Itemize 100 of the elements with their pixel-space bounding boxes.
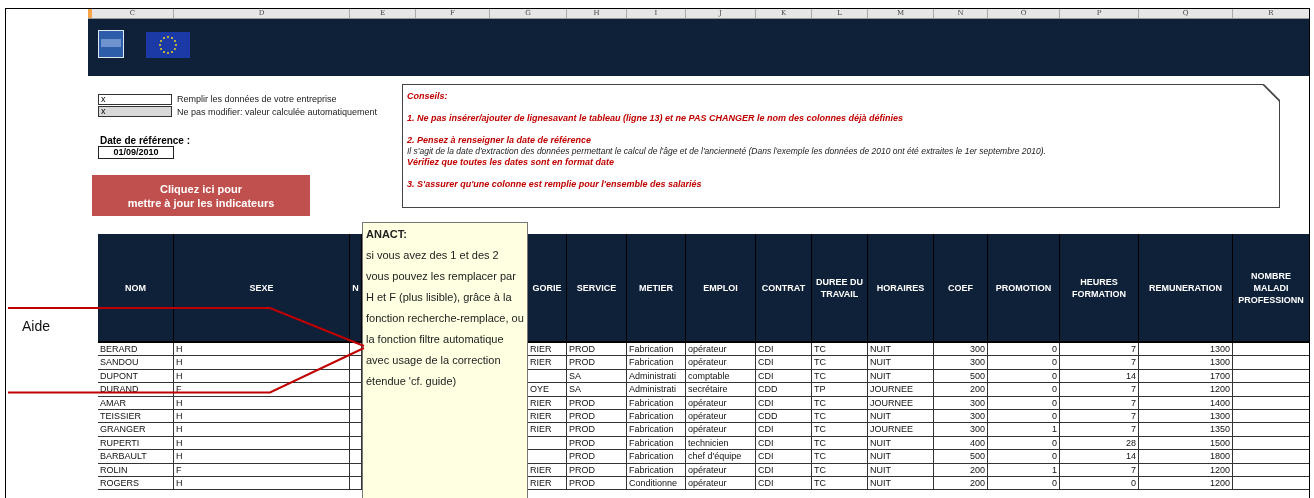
table-cell: NUIT xyxy=(868,369,934,384)
table-cell: TC xyxy=(812,369,868,384)
table-cell: 1200 xyxy=(1139,463,1233,477)
table-cell: TC xyxy=(812,423,868,437)
table-cell: JOURNEE xyxy=(868,383,934,397)
legend-swatch: x xyxy=(98,106,172,118)
table-cell: opérateur xyxy=(686,343,756,357)
table-cell: 1 xyxy=(988,463,1060,477)
table-cell: H xyxy=(174,436,350,451)
table-cell: Fabrication xyxy=(627,409,686,424)
table-cell: 0 xyxy=(988,450,1060,464)
table-cell: PROD xyxy=(567,476,627,491)
table-cell: NUIT xyxy=(868,436,934,451)
column-header[interactable]: CONTRAT xyxy=(756,234,812,343)
table-cell: Fabrication xyxy=(627,463,686,477)
table-cell: 0 xyxy=(988,396,1060,410)
table-cell: ROGERS xyxy=(98,476,174,491)
table-cell: 300 xyxy=(934,423,988,437)
table-cell: 1500 xyxy=(1139,436,1233,451)
table-cell: 1300 xyxy=(1139,356,1233,370)
table-cell: opérateur xyxy=(686,356,756,370)
column-header[interactable]: METIER xyxy=(627,234,686,343)
table-cell: 0 xyxy=(988,356,1060,370)
table-cell: H xyxy=(174,423,350,437)
table-cell: 200 xyxy=(934,476,988,491)
column-header[interactable]: COEF xyxy=(934,234,988,343)
table-cell: CDI xyxy=(756,369,812,384)
table-cell: chef d'équipe xyxy=(686,450,756,464)
table-cell: TEISSIER xyxy=(98,409,174,424)
table-cell: PROD xyxy=(567,396,627,410)
table-cell: BERARD xyxy=(98,343,174,357)
update-button[interactable]: Cliquez ici pour mettre à jour les indicateurs xyxy=(92,175,310,216)
column-header[interactable]: EMPLOI xyxy=(686,234,756,343)
table-cell: TC xyxy=(812,476,868,491)
table-cell: TC xyxy=(812,396,868,410)
table-cell: opérateur xyxy=(686,396,756,410)
table-cell: DURAND xyxy=(98,383,174,397)
column-header[interactable]: HORAIRES xyxy=(868,234,934,343)
table-cell: PROD xyxy=(567,463,627,477)
table-cell: 400 xyxy=(934,436,988,451)
table-cell: RUPERTI xyxy=(98,436,174,451)
table-cell: F xyxy=(174,383,350,397)
table-cell: PROD xyxy=(567,356,627,370)
table-cell: 0 xyxy=(988,383,1060,397)
column-header[interactable]: SERVICE xyxy=(567,234,627,343)
table-cell: 7 xyxy=(1060,409,1139,424)
column-header[interactable]: PROMOTION xyxy=(988,234,1060,343)
table-cell: Fabrication xyxy=(627,450,686,464)
table-cell: 200 xyxy=(934,383,988,397)
advice-text: 3. S'assurer qu'une colonne est remplie pour l'ensemble des salariés xyxy=(407,179,702,190)
flag-icon xyxy=(146,32,190,58)
table-cell: TC xyxy=(812,463,868,477)
table-cell: 7 xyxy=(1060,343,1139,357)
table-cell: PROD xyxy=(567,409,627,424)
table-cell: 300 xyxy=(934,396,988,410)
table-cell: F xyxy=(174,463,350,477)
table-cell: comptable xyxy=(686,369,756,384)
column-header[interactable]: NOM xyxy=(98,234,174,343)
table-cell: 0 xyxy=(988,409,1060,424)
table-cell: ROLIN xyxy=(98,463,174,477)
table-cell: TC xyxy=(812,343,868,357)
table-cell: opérateur xyxy=(686,476,756,491)
table-cell: H xyxy=(174,343,350,357)
table-cell: NUIT xyxy=(868,409,934,424)
table-cell: H xyxy=(174,396,350,410)
table-cell: PROD xyxy=(567,450,627,464)
table-cell: secrétaire xyxy=(686,383,756,397)
table-cell: opérateur xyxy=(686,463,756,477)
table-cell: 1700 xyxy=(1139,369,1233,384)
table-cell: opérateur xyxy=(686,409,756,424)
table-cell: 0 xyxy=(988,369,1060,384)
table-cell: PROD xyxy=(567,423,627,437)
date-field[interactable]: 01/09/2010 xyxy=(98,146,174,159)
table-cell: H xyxy=(174,476,350,491)
advice-text: Il s'agit de la date d'extraction des données permettant le calcul de l'âge et de l'ancienneté (Dans l'exemple les données de 2010 ont été extraites le 1er septembre 2010). xyxy=(407,146,1046,157)
column-header[interactable]: HEURES FORMATION xyxy=(1060,234,1139,343)
table-cell: JOURNEE xyxy=(868,396,934,410)
legend-label: Remplir les données de votre entreprise xyxy=(177,94,337,105)
table-cell: 1300 xyxy=(1139,343,1233,357)
table-cell: BARBAULT xyxy=(98,450,174,464)
column-header[interactable]: GORIE xyxy=(528,234,567,343)
table-cell: 1350 xyxy=(1139,423,1233,437)
table-cell: 0 xyxy=(988,436,1060,451)
table-cell: 7 xyxy=(1060,356,1139,370)
column-header[interactable]: REMUNERATION xyxy=(1139,234,1233,343)
column-header[interactable]: DUREE DU TRAVAIL xyxy=(812,234,868,343)
table-cell: Fabrication xyxy=(627,423,686,437)
column-header[interactable]: NOMBRE MALADI PROFESSIONN xyxy=(1233,234,1309,343)
table-cell: 500 xyxy=(934,450,988,464)
column-header[interactable]: N xyxy=(350,234,362,343)
advice-text: Vérifiez que toutes les dates sont en format date xyxy=(407,157,615,168)
table-cell: technicien xyxy=(686,436,756,451)
side-label: Aide xyxy=(22,318,52,334)
column-header[interactable]: SEXE xyxy=(174,234,350,343)
table-cell: 300 xyxy=(934,409,988,424)
table-cell: 1400 xyxy=(1139,396,1233,410)
table-cell: Fabrication xyxy=(627,356,686,370)
table-cell: NUIT xyxy=(868,476,934,491)
table-cell: opérateur xyxy=(686,423,756,437)
column-header-stub[interactable] xyxy=(88,9,92,18)
